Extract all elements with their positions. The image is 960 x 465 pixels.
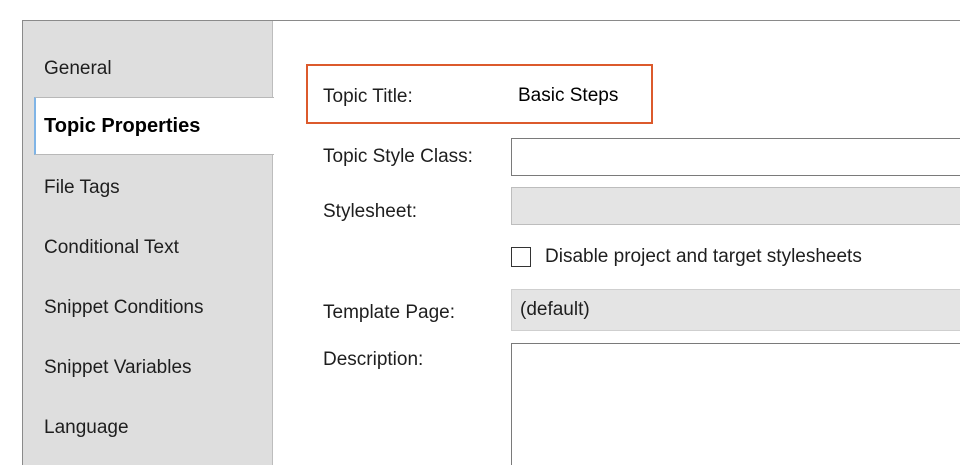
disable-stylesheets-option[interactable]: Disable project and target stylesheets bbox=[511, 246, 862, 268]
template-page-select[interactable]: (default) bbox=[511, 289, 960, 331]
disable-stylesheets-checkbox[interactable] bbox=[511, 247, 531, 267]
topic-style-class-label: Topic Style Class: bbox=[323, 146, 473, 167]
sidebar-item-label: File Tags bbox=[44, 177, 120, 198]
screenshot-frame: General Topic Properties File Tags Condi… bbox=[0, 0, 960, 465]
sidebar-item-file-tags[interactable]: File Tags bbox=[23, 159, 273, 217]
topic-properties-dialog: General Topic Properties File Tags Condi… bbox=[22, 20, 960, 465]
sidebar-item-label: Topic Properties bbox=[44, 114, 201, 137]
disable-stylesheets-label: Disable project and target stylesheets bbox=[545, 246, 862, 267]
stylesheet-input[interactable] bbox=[511, 187, 960, 225]
template-page-label: Template Page: bbox=[323, 302, 456, 323]
sidebar-item-language[interactable]: Language bbox=[23, 399, 273, 457]
sidebar-item-label: Language bbox=[44, 417, 129, 438]
sidebar-item-snippet-variables[interactable]: Snippet Variables bbox=[23, 339, 273, 397]
sidebar-item-snippet-conditions[interactable]: Snippet Conditions bbox=[23, 279, 273, 337]
stylesheet-label: Stylesheet: bbox=[323, 201, 417, 222]
sidebar-item-label: Snippet Variables bbox=[44, 357, 192, 378]
topic-title-label: Topic Title: bbox=[323, 86, 413, 107]
sidebar-item-label: Snippet Conditions bbox=[44, 297, 204, 318]
sidebar-tabs: General Topic Properties File Tags Condi… bbox=[23, 21, 274, 465]
sidebar-item-label: Conditional Text bbox=[44, 237, 179, 258]
sidebar-item-conditional-text[interactable]: Conditional Text bbox=[23, 219, 273, 277]
sidebar-item-label: General bbox=[44, 58, 112, 79]
topic-style-class-input[interactable] bbox=[511, 138, 960, 176]
description-label: Description: bbox=[323, 349, 424, 370]
topic-title-input[interactable] bbox=[511, 77, 960, 115]
description-textarea[interactable] bbox=[511, 343, 960, 465]
template-page-value: (default) bbox=[520, 299, 590, 320]
sidebar-item-general[interactable]: General bbox=[23, 40, 273, 98]
sidebar-item-topic-properties[interactable]: Topic Properties bbox=[34, 97, 274, 155]
